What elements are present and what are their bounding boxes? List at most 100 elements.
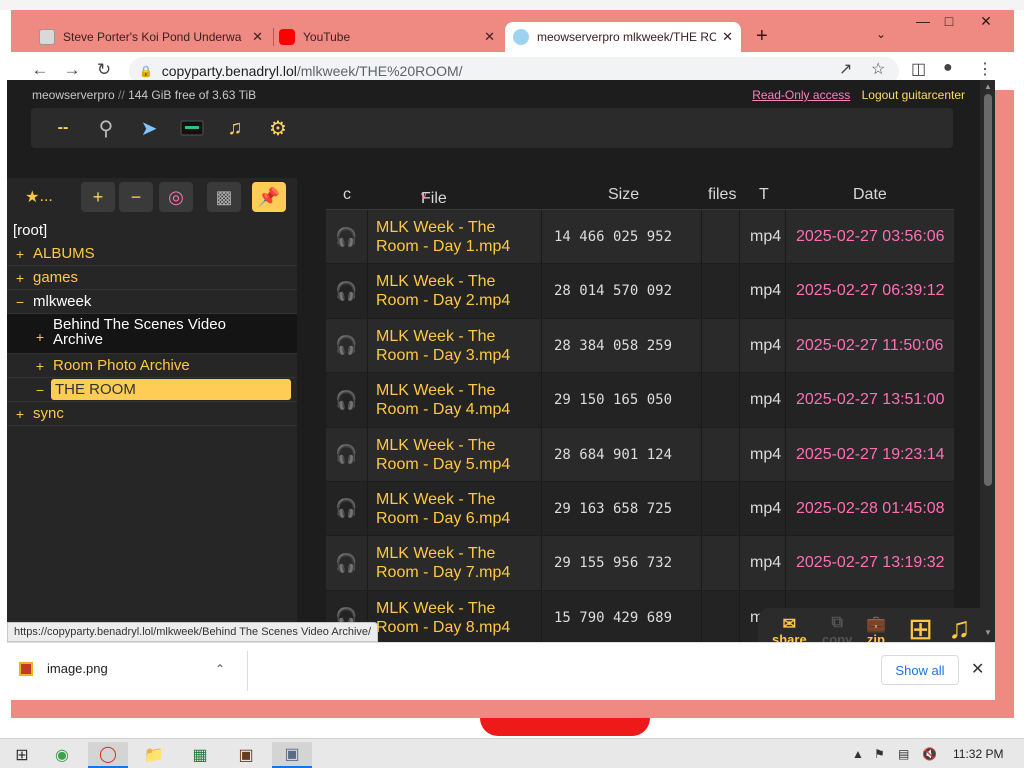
flag-icon[interactable]: ⚑ bbox=[874, 747, 885, 761]
file-name-link[interactable]: MLK Week - The Room - Day 7.mp4 bbox=[370, 536, 542, 591]
file-name-link[interactable]: MLK Week - The Room - Day 2.mp4 bbox=[370, 264, 542, 319]
pin-icon[interactable]: 📌 bbox=[252, 182, 286, 212]
tree-item-label: sync bbox=[33, 405, 64, 422]
scroll-up-icon[interactable]: ▲ bbox=[984, 82, 992, 91]
file-name-link[interactable]: MLK Week - The Room - Day 8.mp4 bbox=[370, 590, 542, 642]
tab-close-icon[interactable]: ✕ bbox=[252, 29, 263, 45]
close-shelf-icon[interactable]: ✕ bbox=[971, 659, 984, 679]
copy-button[interactable]: ⧉ copy bbox=[822, 614, 852, 642]
header-c[interactable]: c bbox=[343, 186, 351, 204]
tree-collapse-button[interactable]: − bbox=[119, 182, 153, 212]
tree-item-albums[interactable]: + ALBUMS bbox=[7, 242, 297, 266]
app-brown-icon[interactable]: ▣ bbox=[226, 742, 266, 768]
file-explorer-icon[interactable]: 📁 bbox=[134, 742, 174, 768]
file-name-link[interactable]: MLK Week - The Room - Day 3.mp4 bbox=[370, 318, 542, 373]
expand-icon[interactable]: + bbox=[11, 246, 29, 262]
tab-close-icon[interactable]: ✕ bbox=[722, 29, 733, 45]
tree-item-the-room[interactable]: − THE ROOM bbox=[7, 378, 297, 402]
menu-kebab-icon[interactable]: ⋮ bbox=[977, 59, 993, 79]
tab-close-icon[interactable]: ✕ bbox=[484, 29, 495, 45]
headphones-icon[interactable]: 🎧 bbox=[326, 536, 368, 591]
file-name-link[interactable]: MLK Week - The Room - Day 5.mp4 bbox=[370, 427, 542, 482]
tab-youtube[interactable]: YouTube ✕ bbox=[271, 22, 503, 52]
tree-item-behind-the-scenes[interactable]: + Behind The Scenes Video Archive bbox=[7, 314, 297, 354]
close-window-icon[interactable]: ✕ bbox=[969, 10, 1003, 32]
search-icon[interactable]: ⚲ bbox=[92, 114, 120, 142]
scroll-down-icon[interactable]: ▼ bbox=[984, 628, 992, 637]
readonly-access-link[interactable]: Read-Only access bbox=[752, 88, 850, 102]
table-row[interactable]: 🎧 MLK Week - The Room - Day 3.mp4 28 384… bbox=[326, 318, 954, 374]
headphones-icon[interactable]: 🎧 bbox=[326, 264, 368, 319]
download-item[interactable]: image.png ⌃ bbox=[19, 661, 229, 676]
show-all-button[interactable]: Show all bbox=[881, 655, 959, 685]
headphones-icon[interactable]: 🎧 bbox=[326, 481, 368, 536]
reload-icon[interactable]: ↻ bbox=[92, 60, 116, 80]
bookmark-star-icon[interactable]: ☆ bbox=[871, 59, 885, 79]
share-button[interactable]: ✉ share bbox=[772, 614, 807, 642]
tree-expand-button[interactable]: + bbox=[81, 182, 115, 212]
table-row[interactable]: 🎧 MLK Week - The Room - Day 5.mp4 28 684… bbox=[326, 427, 954, 482]
new-tab-button[interactable]: + bbox=[756, 25, 768, 48]
back-arrow-icon[interactable]: ← bbox=[28, 60, 52, 80]
tree-item-mlkweek[interactable]: − mlkweek bbox=[7, 290, 297, 314]
trumpet-icon[interactable]: ♫ bbox=[221, 114, 249, 142]
tab-search-chevron-icon[interactable]: ⌄ bbox=[876, 27, 886, 41]
headphones-icon[interactable]: 🎧 bbox=[326, 318, 368, 373]
logout-link[interactable]: Logout guitarcenter bbox=[862, 88, 965, 102]
scrollbar-thumb[interactable] bbox=[984, 94, 992, 486]
music-note-icon[interactable]: ♫ bbox=[948, 612, 971, 642]
file-name-link[interactable]: MLK Week - The Room - Day 1.mp4 bbox=[370, 210, 542, 264]
grid-view-icon[interactable]: ⊞ bbox=[908, 612, 933, 642]
file-name-link[interactable]: MLK Week - The Room - Day 6.mp4 bbox=[370, 481, 542, 536]
header-type[interactable]: T bbox=[759, 186, 769, 204]
file-name-link[interactable]: MLK Week - The Room - Day 4.mp4 bbox=[370, 373, 542, 428]
table-row[interactable]: 🎧 MLK Week - The Room - Day 2.mp4 28 014… bbox=[326, 264, 954, 319]
headphones-icon[interactable]: 🎧 bbox=[326, 210, 368, 264]
header-size[interactable]: Size bbox=[608, 186, 639, 204]
header-date[interactable]: Date bbox=[853, 186, 887, 204]
collapse-icon[interactable]: − bbox=[11, 294, 29, 310]
start-windows-icon[interactable]: ⊞ bbox=[2, 742, 42, 768]
page-scrollbar[interactable]: ▲ ▼ bbox=[980, 80, 995, 642]
collapse-icon[interactable]: − bbox=[31, 382, 49, 398]
tree-root[interactable]: [root] bbox=[7, 218, 297, 242]
rocket-upload-icon[interactable]: ➤ bbox=[135, 114, 163, 142]
chrome-icon[interactable]: ◯ bbox=[88, 742, 128, 768]
table-row[interactable]: 🎧 MLK Week - The Room - Day 1.mp4 14 466… bbox=[326, 210, 954, 265]
share-page-icon[interactable]: ↗ bbox=[839, 59, 852, 79]
header-files[interactable]: files bbox=[708, 186, 736, 204]
tree-item-room-photo-archive[interactable]: + Room Photo Archive bbox=[7, 354, 297, 378]
taskbar-clock[interactable]: 11:32 PM bbox=[953, 747, 1003, 761]
app-window-icon[interactable]: ▣ bbox=[272, 742, 312, 768]
tray-chevron-up-icon[interactable]: ▲ bbox=[852, 747, 864, 761]
tree-item-games[interactable]: + games bbox=[7, 266, 297, 290]
app-green-icon[interactable]: ◉ bbox=[42, 742, 82, 768]
monitor-icon[interactable]: ▩ bbox=[207, 182, 241, 212]
side-panel-icon[interactable]: ◫ bbox=[911, 59, 926, 79]
chevron-up-icon[interactable]: ⌃ bbox=[215, 662, 225, 676]
tab-koi-pond[interactable]: Steve Porter's Koi Pond Underwa ✕ bbox=[31, 22, 271, 52]
excel-icon[interactable]: ▦ bbox=[180, 742, 220, 768]
expand-icon[interactable]: + bbox=[11, 406, 29, 422]
table-row[interactable]: 🎧 MLK Week - The Room - Day 7.mp4 29 155… bbox=[326, 536, 954, 591]
terminal-icon[interactable] bbox=[178, 114, 206, 142]
table-row[interactable]: 🎧 MLK Week - The Room - Day 4.mp4 29 150… bbox=[326, 373, 954, 428]
headphones-icon[interactable]: 🎧 bbox=[326, 427, 368, 482]
expand-icon[interactable]: + bbox=[31, 358, 49, 374]
settings-gear-icon[interactable]: ⚙ bbox=[264, 114, 292, 142]
tree-mode-button[interactable]: ★... bbox=[15, 182, 63, 212]
ops-dash-button[interactable]: -- bbox=[49, 114, 77, 142]
maximize-icon[interactable]: □ bbox=[932, 10, 966, 32]
expand-icon[interactable]: + bbox=[31, 329, 49, 345]
target-icon[interactable]: ◎ bbox=[159, 182, 193, 212]
volume-muted-icon[interactable]: 🔇 bbox=[922, 747, 937, 761]
forward-arrow-icon[interactable]: → bbox=[60, 60, 84, 80]
zip-button[interactable]: 💼 zip bbox=[866, 614, 886, 642]
network-icon[interactable]: ▤ bbox=[898, 747, 909, 761]
table-row[interactable]: 🎧 MLK Week - The Room - Day 6.mp4 29 163… bbox=[326, 481, 954, 537]
headphones-icon[interactable]: 🎧 bbox=[326, 373, 368, 428]
tab-copyparty[interactable]: meowserverpro mlkweek/THE RC ✕ bbox=[505, 22, 741, 52]
expand-icon[interactable]: + bbox=[11, 270, 29, 286]
tree-item-sync[interactable]: + sync bbox=[7, 402, 297, 426]
profile-avatar-icon[interactable]: ● bbox=[943, 59, 953, 77]
